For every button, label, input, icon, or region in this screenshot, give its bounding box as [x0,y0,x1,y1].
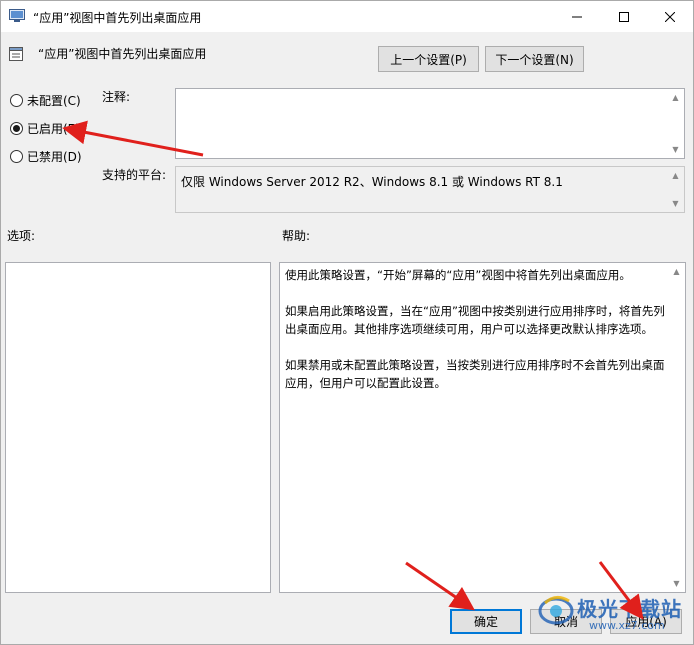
close-icon [665,11,675,22]
help-panel: 使用此策略设置，“开始”屏幕的“应用”视图中将首先列出桌面应用。 如果启用此策略… [279,262,686,593]
platform-scrollbar[interactable]: ▲ ▼ [667,167,684,212]
maximize-button[interactable] [601,1,647,32]
radio-enabled[interactable]: 已启用(E) [10,120,80,137]
help-label: 帮助: [282,229,311,243]
help-scrollbar[interactable]: ▲ ▼ [668,263,685,592]
minimize-button[interactable] [554,1,600,32]
scroll-up-icon[interactable]: ▲ [667,89,684,106]
radio-not-configured[interactable]: 未配置(C) [10,92,81,109]
policy-setting-icon [9,47,23,61]
radio-enabled-label: 已启用(E) [27,122,80,136]
next-setting-button[interactable]: 下一个设置(N) [485,46,584,72]
help-paragraph: 使用此策略设置，“开始”屏幕的“应用”视图中将首先列出桌面应用。 [285,268,631,282]
radio-enabled-indicator[interactable] [10,122,23,135]
scroll-up-icon[interactable]: ▲ [668,263,685,280]
previous-setting-button[interactable]: 上一个设置(P) [378,46,479,72]
title-bar[interactable]: “应用”视图中首先列出桌面应用 [1,1,693,32]
scroll-down-icon[interactable]: ▼ [667,141,684,158]
comment-textarea[interactable]: ▲ ▼ [175,88,685,159]
help-paragraph: 如果启用此策略设置，当在“应用”视图中按类别进行应用排序时，将首先列出桌面应用。… [285,304,665,336]
watermark-text: 极光下载站 [577,597,682,621]
platform-field: 仅限 Windows Server 2012 R2、Windows 8.1 或 … [175,166,685,213]
platform-label: 支持的平台: [102,168,167,182]
ok-button[interactable]: 确定 [450,609,522,634]
radio-disabled-indicator[interactable] [10,150,23,163]
watermark-logo-icon [538,596,574,625]
policy-window-icon [9,9,25,22]
options-label: 选项: [7,229,36,243]
watermark-url: www.xz7.com [589,619,665,632]
radio-disabled-label: 已禁用(D) [27,150,82,164]
radio-not-configured-label: 未配置(C) [27,94,81,108]
watermark: 极光下载站 www.xz7.com [537,589,689,641]
radio-not-configured-indicator[interactable] [10,94,23,107]
help-paragraph: 如果禁用或未配置此策略设置，当按类别进行应用排序时不会首先列出桌面应用，但用户可… [285,358,665,390]
radio-disabled[interactable]: 已禁用(D) [10,148,82,165]
group-policy-dialog: “应用”视图中首先列出桌面应用 “应用”视图中首先列出桌面应用 上一个设置(P)… [0,0,694,645]
minimize-icon [572,16,582,17]
close-button[interactable] [647,1,693,32]
help-text: 使用此策略设置，“开始”屏幕的“应用”视图中将首先列出桌面应用。 如果启用此策略… [285,266,669,410]
window-title: “应用”视图中首先列出桌面应用 [33,11,202,25]
scroll-down-icon[interactable]: ▼ [667,195,684,212]
options-panel [5,262,271,593]
platform-value: 仅限 Windows Server 2012 R2、Windows 8.1 或 … [181,175,563,189]
maximize-icon [619,11,629,22]
scroll-up-icon[interactable]: ▲ [667,167,684,184]
policy-title: “应用”视图中首先列出桌面应用 [38,47,207,61]
comment-scrollbar[interactable]: ▲ ▼ [667,89,684,158]
comment-label: 注释: [102,90,131,104]
